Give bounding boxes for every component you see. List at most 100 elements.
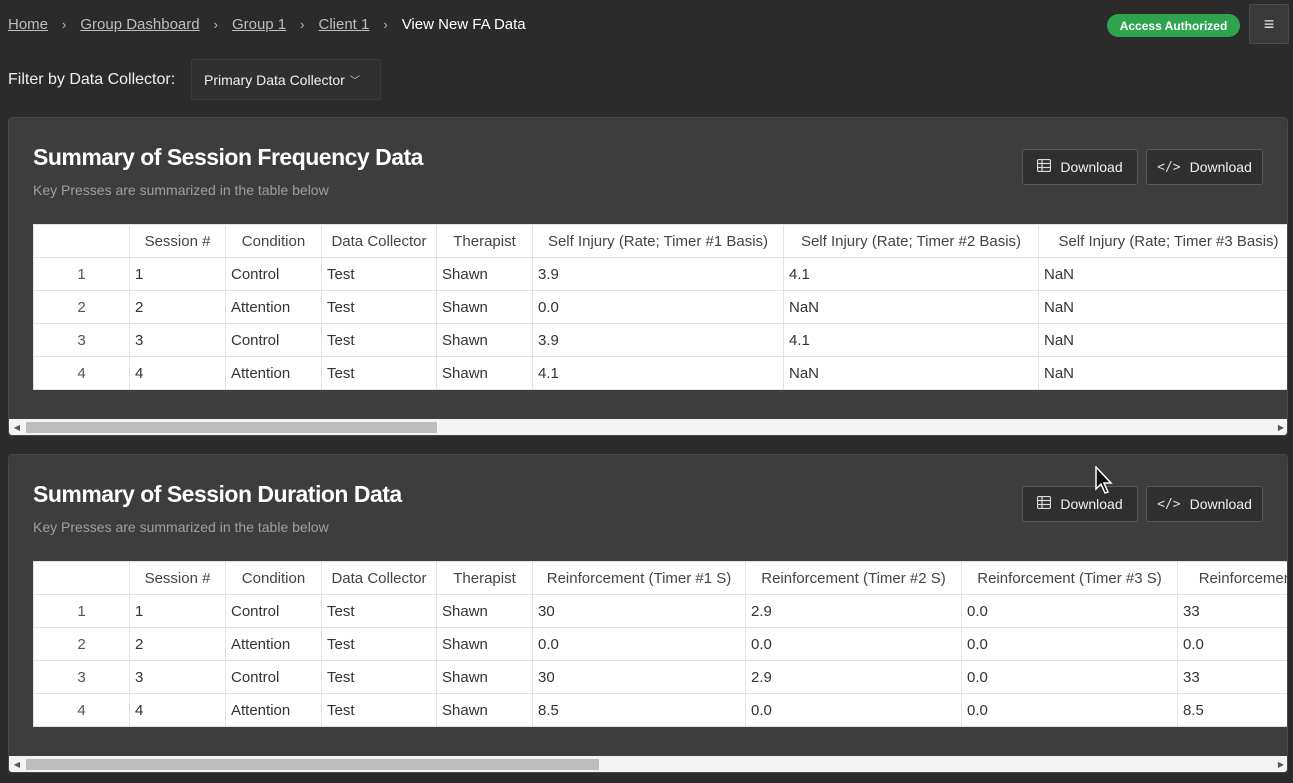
- table-cell[interactable]: 33: [1177, 660, 1287, 694]
- table-cell[interactable]: Test: [321, 627, 437, 661]
- frequency-table-container[interactable]: Session # Condition Data Collector Therapis…: [33, 224, 1287, 390]
- table-cell[interactable]: Control: [225, 660, 322, 694]
- table-cell[interactable]: Attention: [225, 356, 322, 390]
- table-cell[interactable]: 2.9: [745, 660, 962, 694]
- table-cell[interactable]: Test: [321, 693, 437, 727]
- table-cell[interactable]: Test: [321, 594, 437, 628]
- table-cell[interactable]: 0.0: [1177, 627, 1287, 661]
- table-cell[interactable]: Shawn: [436, 356, 533, 390]
- table-cell[interactable]: Shawn: [436, 693, 533, 727]
- table-cell[interactable]: 3: [129, 660, 226, 694]
- table-cell[interactable]: 0.0: [961, 627, 1178, 661]
- column-header[interactable]: Reinforcement (Timer #2 S): [745, 561, 962, 595]
- table-cell[interactable]: Control: [225, 594, 322, 628]
- scrollbar-thumb[interactable]: [26, 422, 437, 433]
- column-header[interactable]: Therapist: [436, 224, 533, 258]
- table-cell[interactable]: 30: [532, 660, 746, 694]
- table-cell[interactable]: 0.0: [961, 594, 1178, 628]
- table-cell[interactable]: Control: [225, 257, 322, 291]
- column-header[interactable]: Self Injury (Rate; Timer #2 Basis): [783, 224, 1039, 258]
- table-cell[interactable]: Shawn: [436, 627, 533, 661]
- frequency-scrollbar[interactable]: ◀ ▶: [9, 419, 1287, 435]
- table-cell[interactable]: NaN: [783, 356, 1039, 390]
- table-cell[interactable]: 4: [129, 693, 226, 727]
- table-cell[interactable]: Attention: [225, 627, 322, 661]
- data-collector-select[interactable]: Primary Data Collector ﹀: [191, 59, 381, 100]
- column-header[interactable]: Condition: [225, 224, 322, 258]
- column-header[interactable]: Self Injury (Rate; Timer #1 Basis): [532, 224, 784, 258]
- column-header[interactable]: Reinforcement: [1177, 561, 1287, 595]
- row-index-cell[interactable]: 2: [33, 290, 130, 324]
- column-header[interactable]: [33, 224, 130, 258]
- table-cell[interactable]: Test: [321, 323, 437, 357]
- arrow-right-icon[interactable]: ▶: [1273, 756, 1287, 772]
- table-cell[interactable]: Shawn: [436, 660, 533, 694]
- column-header[interactable]: Data Collector: [321, 561, 437, 595]
- table-cell[interactable]: NaN: [1038, 356, 1287, 390]
- table-cell[interactable]: 4.1: [532, 356, 784, 390]
- download-table-button[interactable]: Download: [1022, 149, 1138, 185]
- table-cell[interactable]: 4.1: [783, 323, 1039, 357]
- table-cell[interactable]: Test: [321, 290, 437, 324]
- table-cell[interactable]: Test: [321, 257, 437, 291]
- table-cell[interactable]: NaN: [1038, 323, 1287, 357]
- row-index-cell[interactable]: 4: [33, 356, 130, 390]
- duration-scrollbar[interactable]: ◀ ▶: [9, 756, 1287, 772]
- table-cell[interactable]: Control: [225, 323, 322, 357]
- download-code-button[interactable]: </> Download: [1146, 149, 1263, 185]
- row-index-cell[interactable]: 1: [33, 257, 130, 291]
- column-header[interactable]: Data Collector: [321, 224, 437, 258]
- arrow-left-icon[interactable]: ◀: [9, 419, 25, 435]
- table-cell[interactable]: 0.0: [532, 627, 746, 661]
- table-cell[interactable]: 2.9: [745, 594, 962, 628]
- table-cell[interactable]: 2: [129, 627, 226, 661]
- menu-button[interactable]: ≡: [1249, 4, 1289, 44]
- table-cell[interactable]: 0.0: [745, 693, 962, 727]
- table-cell[interactable]: 8.5: [532, 693, 746, 727]
- table-cell[interactable]: Shawn: [436, 290, 533, 324]
- table-cell[interactable]: 3.9: [532, 257, 784, 291]
- column-header[interactable]: Session #: [129, 224, 226, 258]
- table-cell[interactable]: 1: [129, 257, 226, 291]
- row-index-cell[interactable]: 1: [33, 594, 130, 628]
- duration-table-container[interactable]: Session # Condition Data Collector Therapis…: [33, 561, 1287, 727]
- table-cell[interactable]: NaN: [1038, 290, 1287, 324]
- table-cell[interactable]: 1: [129, 594, 226, 628]
- table-cell[interactable]: 0.0: [961, 693, 1178, 727]
- table-cell[interactable]: NaN: [1038, 257, 1287, 291]
- column-header[interactable]: Reinforcement (Timer #3 S): [961, 561, 1178, 595]
- column-header[interactable]: Therapist: [436, 561, 533, 595]
- column-header[interactable]: Self Injury (Rate; Timer #3 Basis): [1038, 224, 1287, 258]
- row-index-cell[interactable]: 3: [33, 323, 130, 357]
- table-cell[interactable]: 3.9: [532, 323, 784, 357]
- row-index-cell[interactable]: 3: [33, 660, 130, 694]
- table-cell[interactable]: 2: [129, 290, 226, 324]
- column-header[interactable]: Condition: [225, 561, 322, 595]
- breadcrumb-home[interactable]: Home: [8, 16, 48, 33]
- arrow-right-icon[interactable]: ▶: [1273, 419, 1287, 435]
- download-table-button[interactable]: Download: [1022, 486, 1138, 522]
- breadcrumb-group-dashboard[interactable]: Group Dashboard: [80, 16, 199, 33]
- table-cell[interactable]: Attention: [225, 693, 322, 727]
- table-cell[interactable]: 30: [532, 594, 746, 628]
- breadcrumb-group[interactable]: Group 1: [232, 16, 286, 33]
- scrollbar-thumb[interactable]: [26, 759, 599, 770]
- table-cell[interactable]: Test: [321, 660, 437, 694]
- table-cell[interactable]: NaN: [783, 290, 1039, 324]
- table-cell[interactable]: 0.0: [745, 627, 962, 661]
- table-cell[interactable]: 33: [1177, 594, 1287, 628]
- table-cell[interactable]: 8.5: [1177, 693, 1287, 727]
- row-index-cell[interactable]: 4: [33, 693, 130, 727]
- table-cell[interactable]: Shawn: [436, 594, 533, 628]
- download-code-button[interactable]: </> Download: [1146, 486, 1263, 522]
- table-cell[interactable]: 0.0: [961, 660, 1178, 694]
- column-header[interactable]: Reinforcement (Timer #1 S): [532, 561, 746, 595]
- row-index-cell[interactable]: 2: [33, 627, 130, 661]
- arrow-left-icon[interactable]: ◀: [9, 756, 25, 772]
- table-cell[interactable]: Shawn: [436, 257, 533, 291]
- column-header[interactable]: Session #: [129, 561, 226, 595]
- table-cell[interactable]: 3: [129, 323, 226, 357]
- table-cell[interactable]: Attention: [225, 290, 322, 324]
- table-cell[interactable]: Test: [321, 356, 437, 390]
- table-cell[interactable]: 4.1: [783, 257, 1039, 291]
